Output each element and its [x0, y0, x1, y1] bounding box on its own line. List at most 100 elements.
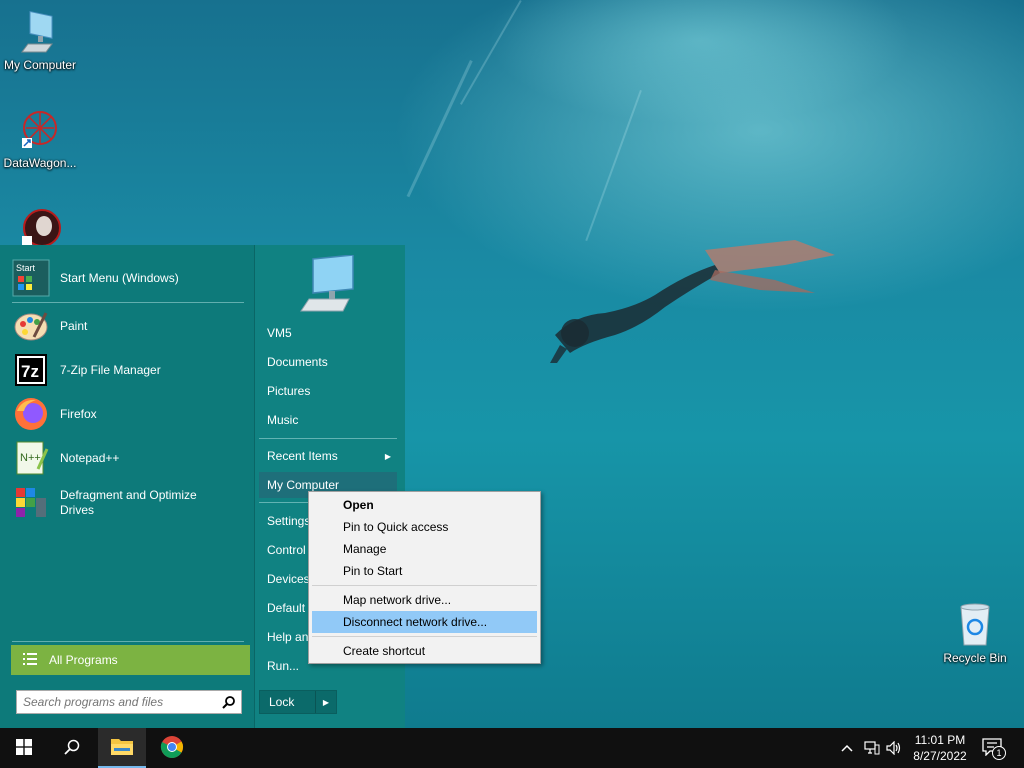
context-item-create-shortcut[interactable]: Create shortcut [312, 640, 537, 662]
program-label: Defragment and Optimize Drives [60, 488, 197, 517]
chevron-right-icon: ▶ [384, 451, 391, 461]
start-button[interactable] [0, 728, 48, 768]
search-icon [64, 739, 80, 758]
desktop-icon-datawagon[interactable]: DataWagon... [0, 108, 80, 170]
program-label: Firefox [60, 406, 97, 421]
chevron-up-icon[interactable] [838, 738, 856, 758]
chrome-icon [160, 735, 184, 762]
places-item-pictures[interactable]: Pictures [259, 378, 397, 404]
start-menu-icon: Start [12, 259, 50, 297]
firefox-icon [12, 395, 50, 433]
places-item-label: Settings [267, 514, 311, 528]
lock-label: Lock [269, 695, 295, 709]
places-item-label: Control [267, 543, 306, 557]
monitor-icon [18, 10, 62, 54]
places-item-label: VM5 [267, 326, 292, 340]
chrome-taskbar-button[interactable] [148, 728, 196, 768]
context-item-label: Manage [343, 542, 387, 556]
divider [259, 438, 397, 439]
start-menu-header-item[interactable]: Start Start Menu (Windows) [12, 258, 247, 298]
diver-image [550, 240, 835, 363]
context-item-label: Create shortcut [343, 644, 426, 658]
desktop-icon-avatar[interactable] [0, 206, 80, 250]
chevron-right-icon[interactable]: ▶ [315, 691, 336, 713]
folder-icon [110, 736, 134, 759]
places-item-label: Devices [267, 572, 310, 586]
places-item-vm5[interactable]: VM5 [259, 320, 397, 346]
light-ray [406, 60, 473, 198]
desktop-icon-my-computer[interactable]: My Computer [0, 10, 80, 72]
context-item-label: Open [343, 498, 374, 512]
places-item-label: My Computer [267, 478, 340, 492]
places-item-label: Pictures [267, 384, 311, 398]
program-7zip[interactable]: 7z 7-Zip File Manager [12, 350, 247, 390]
program-defrag[interactable]: Defragment and Optimize Drives [12, 483, 247, 523]
datawagon-icon [18, 108, 62, 152]
start-menu-header-label: Start Menu (Windows) [60, 270, 179, 285]
search-icon[interactable] [222, 695, 235, 709]
places-item-music[interactable]: Music [259, 407, 397, 433]
network-icon[interactable] [862, 738, 882, 758]
places-item-label: Help an [267, 630, 309, 644]
light-ray [585, 90, 642, 242]
lock-button[interactable]: Lock ▶ [259, 690, 337, 714]
divider [12, 641, 244, 642]
taskbar: 11:01 PM 8/27/2022 1 [0, 728, 1024, 768]
volume-icon[interactable] [884, 738, 904, 758]
desktop-icon-label: My Computer [3, 58, 77, 72]
context-item-open[interactable]: Open [312, 494, 537, 516]
search-input[interactable] [17, 691, 222, 713]
notepadpp-icon: N++ [12, 439, 50, 477]
clock-date: 8/27/2022 [913, 749, 967, 763]
program-notepadpp[interactable]: N++ Notepad++ [12, 438, 247, 478]
svg-text:N++: N++ [20, 452, 41, 464]
7zip-icon: 7z [12, 351, 50, 389]
places-item-label: Default [267, 601, 306, 615]
context-item-label: Map network drive... [343, 593, 452, 607]
desktop-icon-recycle-bin[interactable]: Recycle Bin [935, 603, 1015, 665]
program-label: Notepad++ [60, 450, 120, 465]
clock[interactable]: 11:01 PM 8/27/2022 [905, 732, 975, 764]
search-box [16, 690, 242, 714]
svg-text:Start: Start [16, 263, 36, 273]
context-item-pin-to-start[interactable]: Pin to Start [312, 560, 537, 582]
program-firefox[interactable]: Firefox [12, 394, 247, 434]
context-separator [312, 636, 537, 637]
context-item-manage[interactable]: Manage [312, 538, 537, 560]
places-item-label: Run... [267, 659, 300, 673]
file-explorer-taskbar-button[interactable] [98, 728, 146, 768]
avatar-icon [18, 206, 62, 250]
program-paint[interactable]: Paint [12, 306, 247, 346]
svg-text:7z: 7z [21, 362, 39, 381]
desktop-icon-label: DataWagon... [3, 156, 77, 170]
divider [12, 302, 244, 303]
light-ray [460, 0, 522, 105]
context-item-pin-quick-access[interactable]: Pin to Quick access [312, 516, 537, 538]
context-separator [312, 585, 537, 586]
places-item-recent-items[interactable]: Recent Items ▶ [259, 443, 397, 469]
places-item-label: Recent Items [267, 449, 338, 463]
all-programs-button[interactable]: All Programs [11, 645, 250, 675]
context-item-label: Disconnect network drive... [343, 615, 488, 629]
program-label: 7-Zip File Manager [60, 362, 161, 377]
windows-logo-icon [16, 738, 32, 758]
recycle-bin-icon [953, 603, 997, 647]
context-item-map-network-drive[interactable]: Map network drive... [312, 589, 537, 611]
defrag-icon [12, 484, 50, 522]
desktop-icon-label: Recycle Bin [943, 651, 1007, 665]
program-label: Paint [60, 318, 88, 333]
search-button[interactable] [48, 728, 96, 768]
context-item-label: Pin to Start [343, 564, 403, 578]
places-item-label: Music [267, 413, 299, 427]
context-item-label: Pin to Quick access [343, 520, 449, 534]
notification-badge: 1 [992, 746, 1006, 760]
places-item-documents[interactable]: Documents [259, 349, 397, 375]
places-item-label: Documents [267, 355, 328, 369]
clock-time: 11:01 PM [914, 733, 966, 747]
list-icon [23, 652, 37, 668]
context-item-disconnect-network-drive[interactable]: Disconnect network drive... [312, 611, 537, 633]
notification-center-button[interactable]: 1 [980, 736, 1008, 760]
start-menu-programs-pane: Start Start Menu (Windows) Paint 7z 7-Zi… [0, 245, 254, 728]
all-programs-label: All Programs [49, 653, 118, 667]
user-picture-icon [299, 254, 359, 316]
